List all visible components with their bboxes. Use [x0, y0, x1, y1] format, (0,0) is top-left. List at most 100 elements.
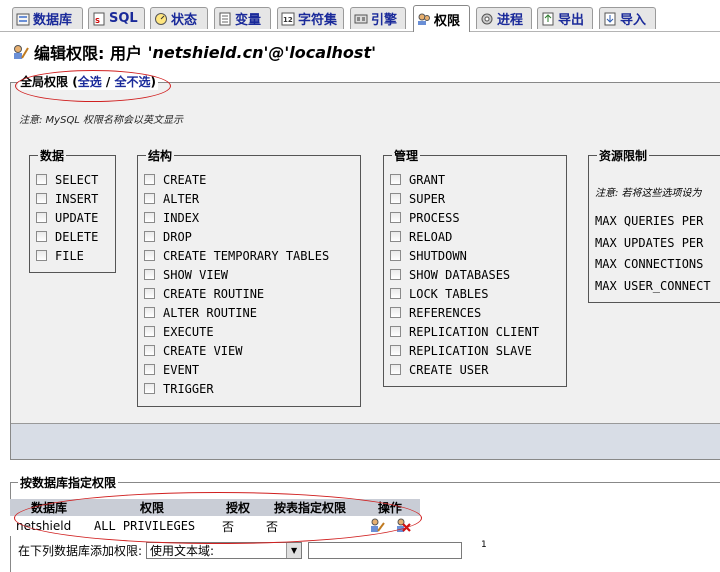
privilege-checkbox[interactable] — [144, 250, 155, 261]
structure-item[interactable]: ALTER — [144, 189, 329, 208]
structure-item[interactable]: INDEX — [144, 208, 329, 227]
top-tab-bar: 数据库 S SQL 状态 变量 12 字符集 引擎 权限 进程 导出 导入 — [0, 0, 720, 32]
structure-item[interactable]: EXECUTE — [144, 322, 329, 341]
privilege-checkbox[interactable] — [144, 212, 155, 223]
privilege-label: REFERENCES — [409, 305, 482, 320]
privilege-checkbox[interactable] — [144, 231, 155, 242]
admin-item[interactable]: SUPER — [390, 189, 539, 208]
data-item[interactable]: FILE — [36, 246, 98, 265]
structure-item[interactable]: EVENT — [144, 360, 329, 379]
chevron-down-icon[interactable]: ▼ — [286, 543, 302, 558]
data-item[interactable]: SELECT — [36, 170, 98, 189]
privilege-checkbox[interactable] — [390, 231, 401, 242]
privilege-checkbox[interactable] — [36, 231, 47, 242]
tab-export[interactable]: 导出 — [537, 7, 593, 29]
admin-item[interactable]: GRANT — [390, 170, 539, 189]
revoke-icon[interactable] — [395, 517, 411, 536]
col-database: 数据库 — [10, 499, 88, 516]
privilege-checkbox[interactable] — [390, 269, 401, 280]
privilege-checkbox[interactable] — [144, 364, 155, 375]
privilege-checkbox[interactable] — [390, 345, 401, 356]
privilege-label: INSERT — [55, 191, 99, 206]
privilege-checkbox[interactable] — [390, 212, 401, 223]
structure-item[interactable]: CREATE — [144, 170, 329, 189]
privilege-checkbox[interactable] — [144, 174, 155, 185]
privilege-checkbox[interactable] — [390, 174, 401, 185]
table-row: netshield ALL PRIVILEGES 否 否 — [10, 516, 420, 536]
admin-item[interactable]: REPLICATION CLIENT — [390, 322, 539, 341]
privilege-checkbox[interactable] — [144, 326, 155, 337]
privilege-checkbox[interactable] — [390, 193, 401, 204]
privilege-checkbox[interactable] — [144, 307, 155, 318]
admin-item[interactable]: REPLICATION SLAVE — [390, 341, 539, 360]
tab-variables[interactable]: 变量 — [214, 7, 271, 29]
privilege-label: GRANT — [409, 172, 446, 187]
structure-privilege-list: CREATE ALTER INDEX DROP CREATE TEMPORARY TAB… — [144, 170, 329, 398]
limit-max-queries: MAX QUERIES PER — [595, 214, 704, 228]
admin-item[interactable]: CREATE USER — [390, 360, 539, 379]
db-privileges-table: 数据库 权限 授权 按表指定权限 操作 netshield ALL PRIVIL… — [10, 499, 420, 536]
structure-item[interactable]: SHOW VIEW — [144, 265, 329, 284]
data-item[interactable]: INSERT — [36, 189, 98, 208]
privilege-label: REPLICATION CLIENT — [409, 324, 540, 339]
svg-text:12: 12 — [283, 16, 293, 24]
data-item[interactable]: DELETE — [36, 227, 98, 246]
privilege-checkbox[interactable] — [144, 269, 155, 280]
tab-databases[interactable]: 数据库 — [12, 7, 83, 29]
limit-max-updates: MAX UPDATES PER — [595, 236, 704, 250]
privilege-checkbox[interactable] — [144, 345, 155, 356]
tab-processes[interactable]: 进程 — [476, 7, 532, 29]
privilege-checkbox[interactable] — [144, 288, 155, 299]
cell-actions — [360, 516, 420, 536]
privilege-label: CREATE ROUTINE — [163, 286, 265, 301]
structure-item[interactable]: ALTER ROUTINE — [144, 303, 329, 322]
structure-item[interactable]: CREATE TEMPORARY TABLES — [144, 246, 329, 265]
tab-charsets[interactable]: 12 字符集 — [277, 7, 344, 29]
privilege-label: EVENT — [163, 362, 200, 377]
edit-user-icon — [12, 43, 30, 61]
admin-item[interactable]: SHUTDOWN — [390, 246, 539, 265]
structure-item[interactable]: DROP — [144, 227, 329, 246]
privilege-label: PROCESS — [409, 210, 460, 225]
admin-item[interactable]: SHOW DATABASES — [390, 265, 539, 284]
privilege-checkbox[interactable] — [36, 174, 47, 185]
col-table-specific: 按表指定权限 — [260, 499, 360, 516]
tab-privileges[interactable]: 权限 — [413, 5, 470, 32]
database-select[interactable]: 使用文本域: ▼ — [146, 542, 303, 559]
privilege-label: DROP — [163, 229, 192, 244]
structure-item[interactable]: CREATE VIEW — [144, 341, 329, 360]
tab-import[interactable]: 导入 — [599, 7, 656, 29]
check-all-link[interactable]: 全选 — [78, 75, 102, 89]
tab-engines[interactable]: 引擎 — [350, 7, 406, 29]
privilege-label: INDEX — [163, 210, 200, 225]
privilege-label: UPDATE — [55, 210, 99, 225]
data-item[interactable]: UPDATE — [36, 208, 98, 227]
tab-status[interactable]: 状态 — [150, 7, 208, 29]
privilege-checkbox[interactable] — [36, 250, 47, 261]
edit-privileges-icon[interactable] — [369, 517, 385, 536]
structure-item[interactable]: TRIGGER — [144, 379, 329, 398]
privilege-label: CREATE VIEW — [163, 343, 243, 358]
database-name-input[interactable] — [308, 542, 463, 559]
privilege-label: CREATE TEMPORARY TABLES — [163, 248, 330, 263]
privilege-checkbox[interactable] — [390, 364, 401, 375]
privilege-checkbox[interactable] — [144, 193, 155, 204]
admin-item[interactable]: RELOAD — [390, 227, 539, 246]
privilege-checkbox[interactable] — [36, 212, 47, 223]
privilege-checkbox[interactable] — [36, 193, 47, 204]
tab-sql[interactable]: S SQL — [88, 7, 145, 29]
privilege-checkbox[interactable] — [390, 307, 401, 318]
admin-item[interactable]: LOCK TABLES — [390, 284, 539, 303]
data-group-label: 数据 — [38, 147, 67, 164]
privilege-checkbox[interactable] — [390, 288, 401, 299]
privilege-checkbox[interactable] — [390, 250, 401, 261]
cell-grant: 否 — [216, 516, 260, 536]
structure-group-label: 结构 — [146, 147, 175, 164]
privilege-checkbox[interactable] — [144, 383, 155, 394]
admin-item[interactable]: REFERENCES — [390, 303, 539, 322]
privilege-checkbox[interactable] — [390, 326, 401, 337]
uncheck-all-link[interactable]: 全不选 — [114, 75, 150, 89]
structure-item[interactable]: CREATE ROUTINE — [144, 284, 329, 303]
admin-item[interactable]: PROCESS — [390, 208, 539, 227]
engines-icon — [354, 12, 368, 26]
